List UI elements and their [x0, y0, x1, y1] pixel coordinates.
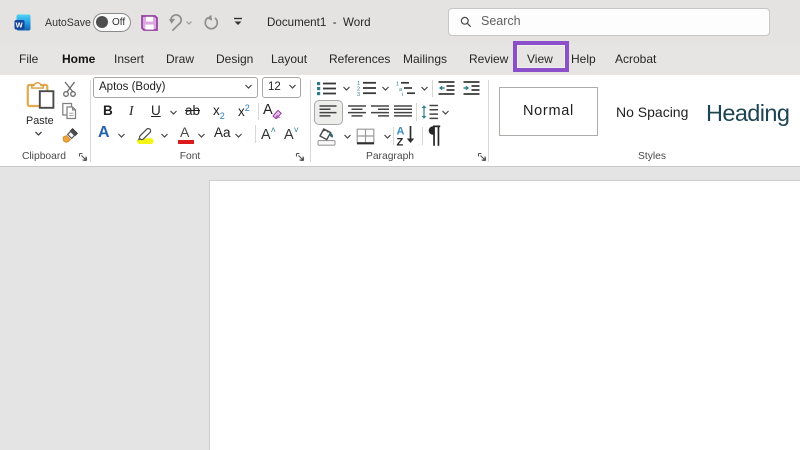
svg-text:Z: Z — [397, 137, 404, 148]
svg-text:i: i — [402, 92, 403, 96]
svg-text:3: 3 — [357, 92, 360, 96]
svg-text:W: W — [16, 20, 24, 29]
